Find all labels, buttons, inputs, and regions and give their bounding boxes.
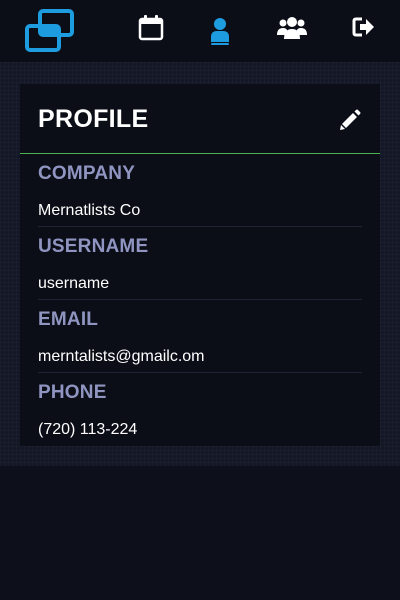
- username-value: username: [38, 275, 110, 292]
- email-value: merntalists@gmailc.om: [38, 348, 205, 365]
- company-value: Mernatlists Co: [38, 202, 141, 219]
- username-label: USERNAME: [38, 236, 149, 257]
- calendar-icon[interactable]: [138, 15, 166, 43]
- username-field: USERNAME username: [38, 227, 362, 300]
- logout-icon[interactable]: [352, 15, 380, 43]
- user-icon[interactable]: [206, 15, 234, 43]
- users-icon[interactable]: [277, 15, 307, 43]
- active-nav-indicator: [211, 43, 229, 45]
- profile-card: PROFILE COMPANY Mernatlists Co USERNAME …: [20, 84, 380, 446]
- page-title: PROFILE: [38, 105, 149, 133]
- phone-value: (720) 113-224: [38, 421, 138, 438]
- company-label: COMPANY: [38, 163, 136, 184]
- company-field: COMPANY Mernatlists Co: [38, 154, 362, 227]
- app-logo[interactable]: [24, 9, 76, 53]
- phone-field: PHONE (720) 113-224: [38, 373, 362, 446]
- top-navbar: [0, 0, 400, 62]
- pencil-icon[interactable]: [339, 109, 361, 131]
- profile-card-header: PROFILE: [20, 84, 380, 154]
- phone-label: PHONE: [38, 382, 107, 403]
- email-label: EMAIL: [38, 309, 99, 330]
- email-field: EMAIL merntalists@gmailc.om: [38, 300, 362, 373]
